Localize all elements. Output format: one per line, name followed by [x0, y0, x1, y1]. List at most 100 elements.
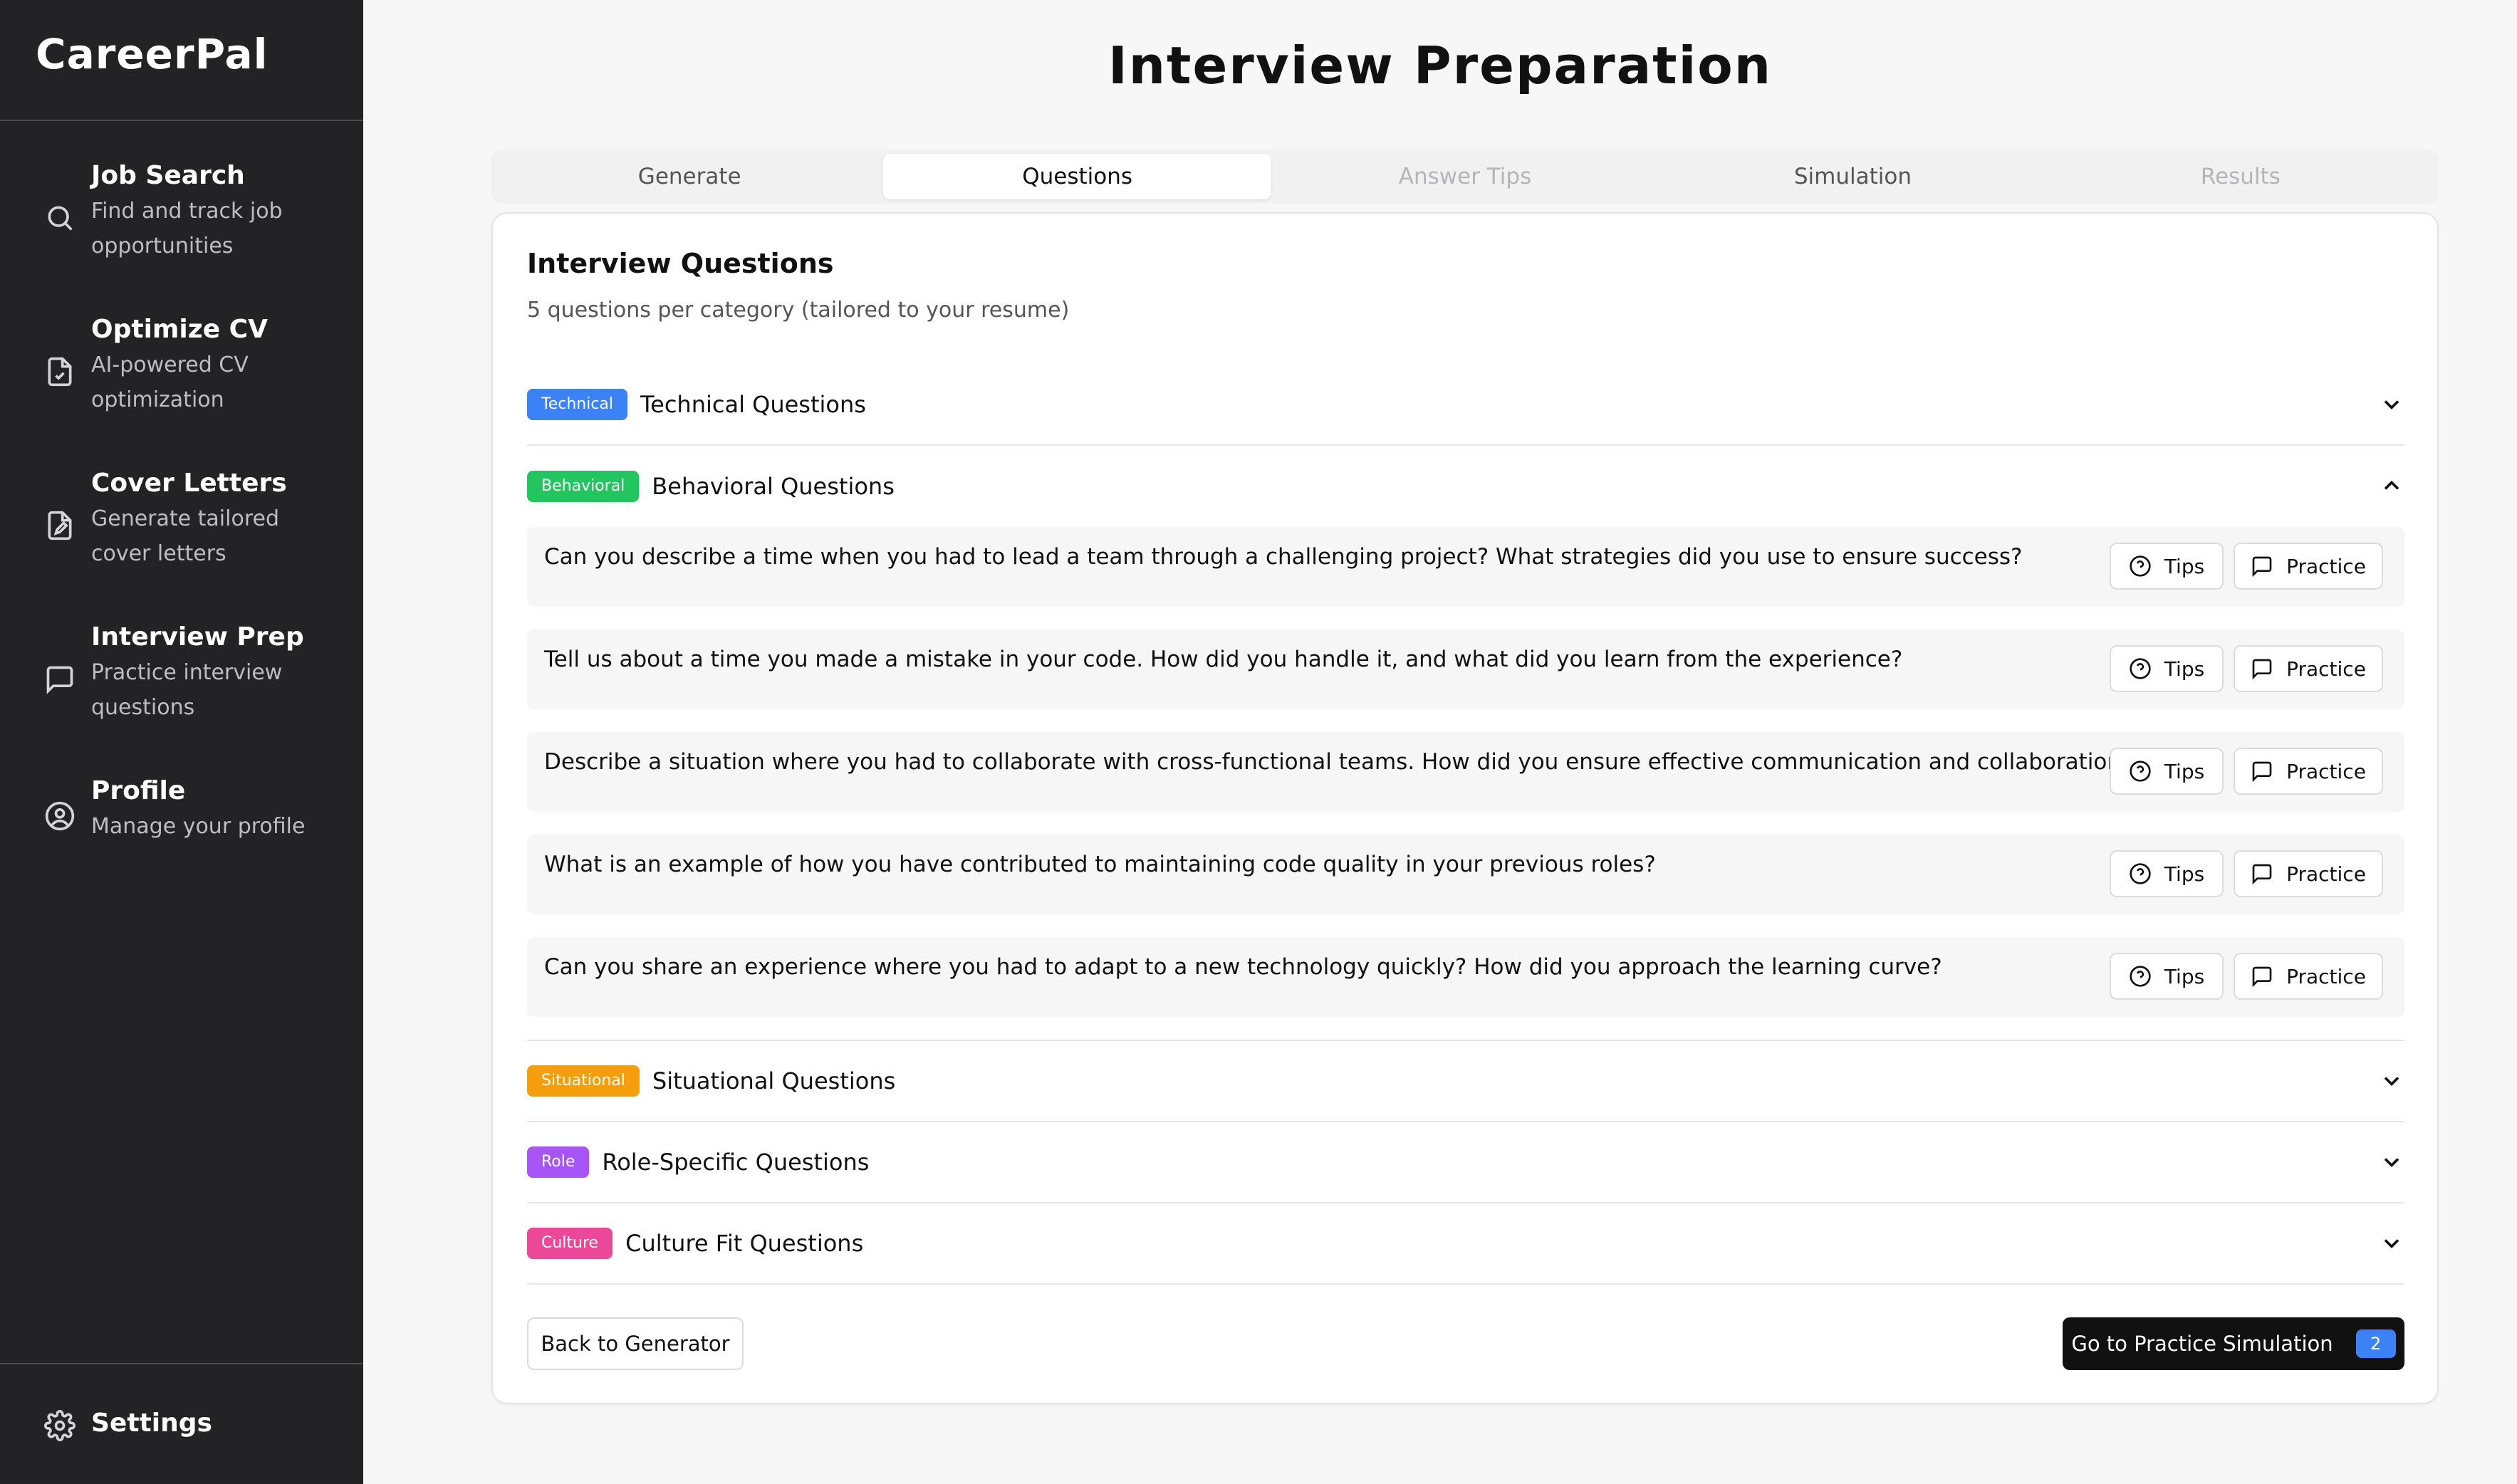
tab-results[interactable]: Results	[2047, 154, 2434, 199]
category-badge: Behavioral	[527, 471, 640, 502]
sidebar-item-interview-prep[interactable]: Interview Prep Practice interview questi…	[0, 620, 363, 733]
practice-button[interactable]: Practice	[2234, 543, 2383, 590]
sidebar-item-desc: AI-powered CV	[91, 352, 249, 377]
help-circle-icon	[2130, 658, 2151, 679]
question-text: Can you share an experience where you ha…	[544, 954, 1942, 980]
sidebar-item-title: Interview Prep	[91, 622, 304, 652]
category-title: Situational Questions	[652, 1067, 896, 1094]
sidebar: CareerPal Job Search Find and track job …	[0, 0, 363, 1484]
help-circle-icon	[2130, 555, 2151, 577]
sidebar-item-desc: Practice interview	[91, 660, 283, 685]
category-badge: Situational	[527, 1065, 640, 1097]
tips-label: Tips	[2164, 657, 2205, 681]
practice-label: Practice	[2286, 862, 2366, 886]
sidebar-item-desc: Generate tailored	[91, 506, 279, 531]
tab-questions[interactable]: Questions	[883, 154, 1271, 199]
sidebar-item-title: Profile	[91, 776, 186, 805]
tips-button[interactable]: Tips	[2110, 543, 2224, 590]
chevron-up-icon	[2384, 480, 2399, 490]
message-square-icon	[2252, 966, 2272, 988]
tab-simulation[interactable]: Simulation	[1659, 154, 2046, 199]
sidebar-item-profile[interactable]: Profile Manage your profile	[0, 773, 363, 852]
question-item: Can you share an experience where you ha…	[527, 937, 2404, 1017]
message-square-icon	[2252, 761, 2272, 783]
tab-generate[interactable]: Generate	[496, 154, 883, 199]
question-text: What is an example of how you have contr…	[544, 852, 1656, 877]
question-text: Describe a situation where you had to co…	[544, 749, 2133, 775]
practice-label: Practice	[2286, 657, 2366, 681]
sidebar-item-cover-letters[interactable]: Cover Letters Generate tailored cover le…	[0, 466, 363, 580]
practice-button[interactable]: Practice	[2234, 850, 2383, 897]
category-badge: Culture	[527, 1228, 613, 1259]
help-circle-icon	[2130, 761, 2151, 782]
page-title: Interview Preparation	[1108, 36, 1772, 95]
back-to-generator-button[interactable]: Back to Generator	[527, 1317, 744, 1370]
user-circle-icon	[45, 801, 75, 831]
question-item: Tell us about a time you made a mistake …	[527, 629, 2404, 709]
gear-icon	[44, 1410, 75, 1441]
questions-card: Interview Questions 5 questions per cate…	[491, 212, 2439, 1404]
sidebar-item-title: Cover Letters	[91, 469, 287, 498]
chevron-down-icon	[2384, 1239, 2399, 1249]
sidebar-item-title: Optimize CV	[91, 315, 268, 344]
practice-button[interactable]: Practice	[2234, 645, 2383, 692]
sidebar-item-title: Job Search	[91, 161, 245, 190]
tips-button[interactable]: Tips	[2110, 748, 2224, 795]
search-icon	[48, 206, 73, 231]
practice-button[interactable]: Practice	[2234, 953, 2383, 1000]
tips-label: Tips	[2164, 554, 2205, 578]
help-circle-icon	[2130, 863, 2151, 884]
tab-answer-tips[interactable]: Answer Tips	[1271, 154, 1659, 199]
card-title: Interview Questions	[527, 248, 834, 279]
go-to-simulation-label: Go to Practice Simulation	[2071, 1332, 2333, 1356]
category-culture-fit[interactable]: Culture Culture Fit Questions	[527, 1203, 2404, 1285]
sidebar-item-desc: cover letters	[91, 541, 226, 566]
category-situational[interactable]: Situational Situational Questions	[527, 1041, 2404, 1122]
tips-label: Tips	[2164, 862, 2205, 886]
category-role-specific[interactable]: Role Role-Specific Questions	[527, 1122, 2404, 1203]
sidebar-item-desc: opportunities	[91, 234, 234, 258]
chevron-down-icon	[2384, 1077, 2399, 1087]
question-text: Tell us about a time you made a mistake …	[544, 647, 1903, 672]
app-logo[interactable]: CareerPal	[0, 0, 363, 121]
sidebar-item-desc: Manage your profile	[91, 814, 306, 839]
practice-label: Practice	[2286, 759, 2366, 783]
question-item: What is an example of how you have contr…	[527, 835, 2404, 914]
document-edit-icon	[48, 511, 72, 540]
category-title: Technical Questions	[640, 391, 866, 418]
message-square-icon	[46, 666, 73, 694]
sidebar-item-desc: Find and track job	[91, 199, 283, 224]
tips-button[interactable]: Tips	[2110, 953, 2224, 1000]
help-circle-icon	[2130, 966, 2151, 987]
tips-button[interactable]: Tips	[2110, 850, 2224, 897]
practice-button[interactable]: Practice	[2234, 748, 2383, 795]
category-title: Culture Fit Questions	[625, 1230, 864, 1257]
sidebar-item-job-search[interactable]: Job Search Find and track job opportunit…	[0, 158, 363, 272]
question-item: Can you describe a time when you had to …	[527, 527, 2404, 607]
tips-label: Tips	[2164, 964, 2205, 988]
sidebar-item-desc: optimization	[91, 387, 224, 412]
chevron-down-icon	[2384, 1158, 2399, 1168]
category-title: Role-Specific Questions	[602, 1149, 870, 1176]
tips-label: Tips	[2164, 759, 2205, 783]
category-title: Behavioral Questions	[652, 473, 895, 500]
practice-label: Practice	[2286, 554, 2366, 578]
practice-label: Practice	[2286, 964, 2366, 988]
go-to-simulation-button[interactable]: Go to Practice Simulation 2	[2063, 1317, 2404, 1370]
category-behavioral[interactable]: Behavioral Behavioral Questions	[527, 446, 2404, 527]
count-badge: 2	[2355, 1329, 2396, 1358]
message-square-icon	[2252, 659, 2272, 680]
sidebar-item-optimize-cv[interactable]: Optimize CV AI-powered CV optimization	[0, 312, 363, 426]
question-item: Describe a situation where you had to co…	[527, 732, 2404, 812]
tab-bar: Generate Questions Answer Tips Simulatio…	[491, 150, 2439, 204]
settings-label: Settings	[91, 1409, 212, 1438]
category-badge: Technical	[527, 389, 628, 420]
card-subtitle: 5 questions per category (tailored to yo…	[527, 298, 1070, 323]
question-text: Can you describe a time when you had to …	[544, 544, 2023, 570]
message-square-icon	[2252, 556, 2272, 578]
document-check-icon	[48, 357, 72, 387]
tips-button[interactable]: Tips	[2110, 645, 2224, 692]
category-technical[interactable]: Technical Technical Questions	[527, 365, 2404, 446]
sidebar-item-desc: questions	[91, 695, 195, 720]
sidebar-item-settings[interactable]: Settings	[0, 1363, 363, 1484]
